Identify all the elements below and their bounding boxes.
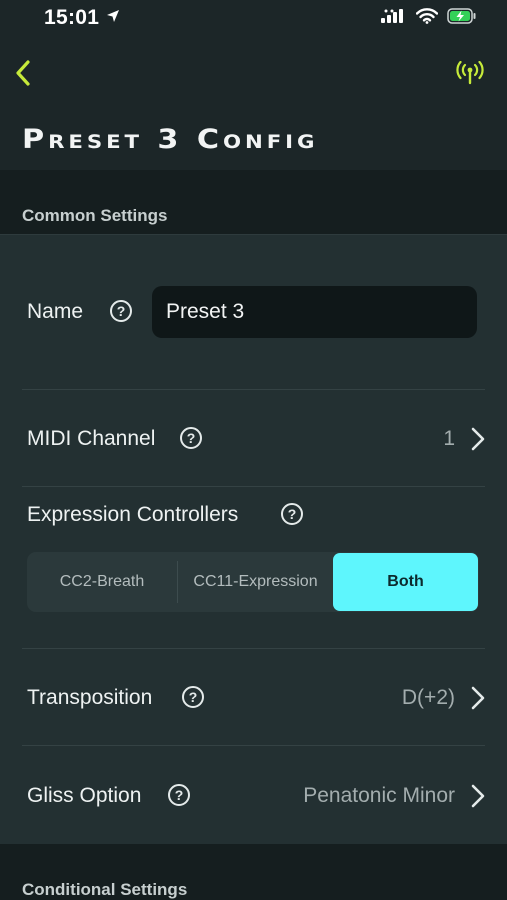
segment-cc2-breath[interactable]: CC2-Breath — [27, 552, 177, 612]
location-arrow-icon — [106, 9, 120, 28]
help-icon[interactable]: ? — [281, 503, 303, 525]
help-icon[interactable]: ? — [110, 300, 132, 322]
midi-channel-row[interactable]: MIDI Channel ? 1 — [0, 390, 507, 486]
gliss-option-value: Penatonic Minor — [303, 784, 455, 807]
help-icon[interactable]: ? — [168, 784, 190, 806]
divider — [22, 486, 485, 487]
section-header-conditional: Conditional Settings — [0, 844, 507, 900]
transposition-label: Transposition — [27, 686, 153, 709]
chevron-right-icon — [471, 427, 485, 451]
gliss-option-label: Gliss Option — [27, 784, 142, 807]
status-time: 15:01 — [44, 6, 100, 29]
section-label-conditional: Conditional Settings — [22, 880, 188, 899]
gliss-option-row[interactable]: Gliss Option ? Penatonic Minor — [0, 746, 507, 842]
antenna-button[interactable] — [453, 58, 487, 88]
help-icon[interactable]: ? — [180, 427, 202, 449]
transposition-value: D(+2) — [401, 686, 455, 709]
status-bar: 15:01 — [0, 0, 507, 40]
midi-channel-label: MIDI Channel — [27, 427, 156, 450]
nav-bar — [0, 48, 507, 108]
wifi-icon — [415, 8, 439, 29]
transposition-row[interactable]: Transposition ? D(+2) — [0, 649, 507, 745]
midi-channel-value: 1 — [443, 427, 455, 450]
section-label-common: Common Settings — [22, 206, 168, 225]
chevron-right-icon — [471, 784, 485, 808]
antenna-broadcast-icon — [456, 61, 484, 85]
help-icon[interactable]: ? — [182, 686, 204, 708]
back-button[interactable] — [8, 56, 38, 90]
section-header-common: Common Settings — [0, 170, 507, 234]
chevron-left-icon — [16, 60, 30, 86]
name-input[interactable] — [152, 286, 477, 338]
expression-controllers-label: Expression Controllers — [27, 503, 239, 526]
page-title: Preset 3 Config — [22, 124, 319, 155]
segment-cc11-expression[interactable]: CC11-Expression — [178, 552, 333, 612]
battery-charging-icon — [447, 8, 477, 29]
chevron-right-icon — [471, 686, 485, 710]
cellular-signal-icon — [381, 9, 407, 28]
name-label: Name — [27, 300, 84, 323]
expression-segmented-control: CC2-Breath CC11-Expression Both — [27, 552, 479, 612]
segment-both[interactable]: Both — [333, 553, 478, 611]
